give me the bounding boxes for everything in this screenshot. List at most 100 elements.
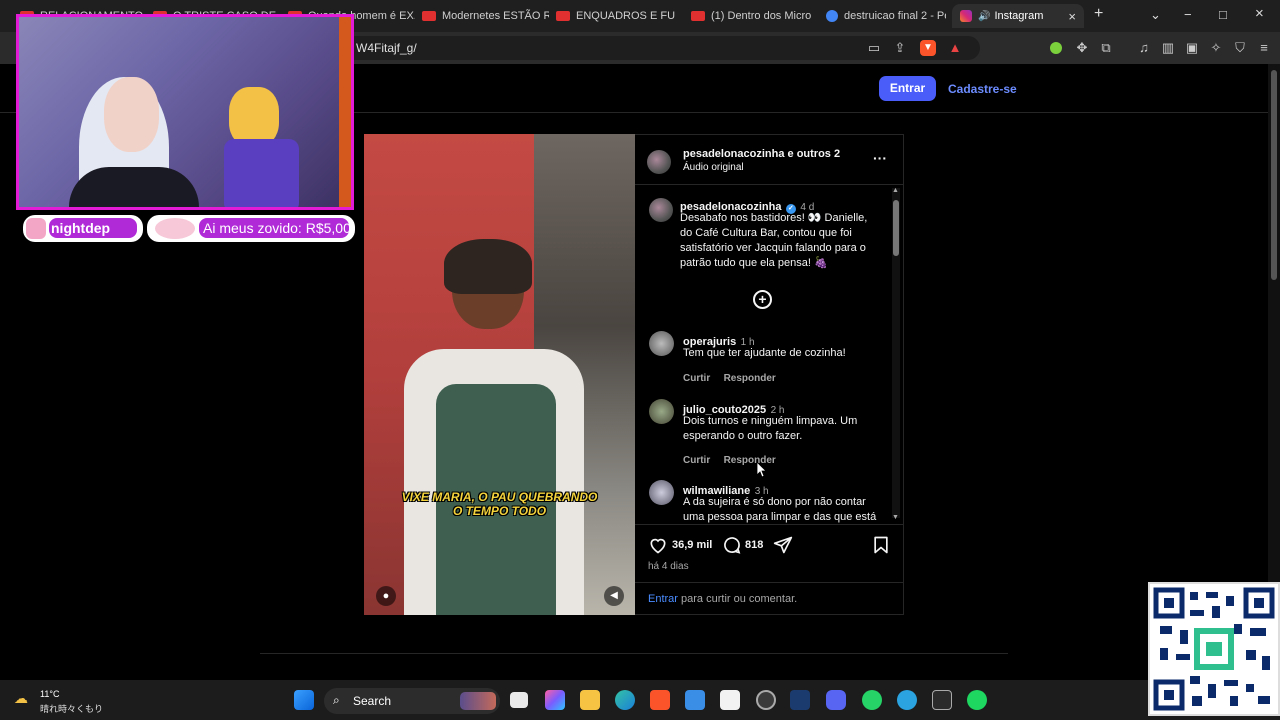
search-icon: ⌕ [333, 693, 340, 707]
commenter-avatar[interactable] [649, 331, 674, 356]
menu-icon[interactable]: ≡ [1256, 40, 1272, 56]
speaker-icon: 🔊 [978, 10, 991, 22]
share-icon[interactable] [773, 535, 793, 555]
commenter-avatar[interactable] [649, 399, 674, 424]
panel-divider [635, 524, 904, 525]
cast-icon[interactable]: ▭ [866, 40, 882, 56]
minimize-button[interactable]: − [1184, 7, 1192, 22]
user-tag-icon[interactable]: ● [376, 586, 396, 606]
comment-icon[interactable] [722, 535, 742, 555]
vpn-icon[interactable]: ⛉ [1232, 40, 1248, 56]
spotify-icon[interactable] [967, 690, 987, 710]
weather-temp[interactable]: 11°C [40, 689, 59, 699]
browser-tab[interactable]: Modernetes ESTÃO RE... [414, 4, 549, 28]
weather-icon[interactable]: ☁ [14, 690, 34, 706]
mascot-icon [155, 218, 195, 239]
brave-icon[interactable] [650, 690, 670, 710]
extension-status-icon[interactable] [1050, 42, 1062, 54]
post-author[interactable]: pesadelonacozinha e outros 2 [683, 148, 840, 160]
video-hair [444, 239, 532, 294]
puzzle-icon[interactable]: ✥ [1074, 40, 1090, 56]
bookmark-icon[interactable] [871, 535, 891, 555]
maximize-button[interactable]: □ [1219, 7, 1227, 22]
signup-link[interactable]: Cadastre-se [948, 82, 1017, 96]
windows-taskbar [0, 680, 1280, 720]
browser-tab[interactable]: (1) Dentro dos Micro A... [683, 4, 811, 28]
login-prompt-link[interactable]: Entrar [648, 593, 678, 605]
screenshot-icon[interactable]: ⧉ [1098, 40, 1114, 56]
footer-divider [260, 653, 1008, 654]
copilot-icon[interactable] [545, 690, 565, 710]
browser-tab[interactable]: destruicao final 2 - Pe... [818, 4, 946, 28]
task-view-icon[interactable] [510, 692, 528, 708]
wallet-icon[interactable]: ▣ [1184, 40, 1200, 56]
window-close-button[interactable]: × [1255, 5, 1264, 22]
comment-text: A da sujeira é só dono por não contar um… [683, 496, 877, 523]
app-icon[interactable] [720, 690, 740, 710]
post-video[interactable]: VIXE MARIA, O PAU QUEBRANDO O TEMPO TODO… [364, 134, 635, 615]
weather-desc[interactable]: 晴れ時々くもり [40, 702, 103, 715]
mouse-cursor-icon [757, 462, 767, 478]
leo-ai-icon[interactable]: ✧ [1208, 40, 1224, 56]
windows-start-icon[interactable] [294, 690, 314, 710]
chevron-down-icon[interactable]: ⌄ [1150, 7, 1161, 23]
caption-text: Desabafo nos bastidores! 👀 Danielle, do … [680, 212, 868, 269]
author-avatar[interactable] [647, 150, 671, 174]
login-prompt-text: para curtir ou comentar. [681, 593, 798, 605]
telegram-icon[interactable] [897, 690, 917, 710]
comments-scrollbar-thumb[interactable] [893, 200, 899, 256]
browser-tab[interactable]: ENQUADROS E FU... [548, 4, 676, 28]
file-explorer-icon[interactable] [580, 690, 600, 710]
load-more-comments-icon[interactable]: + [753, 290, 772, 309]
qr-code-icon [1153, 587, 1275, 711]
stream-chat-badge: nightdep [23, 215, 143, 242]
music-icon[interactable]: ♫ [1136, 40, 1152, 56]
webcam-shirt [69, 167, 199, 207]
login-prompt: Entrar para curtir ou comentar. [648, 593, 797, 605]
instagram-icon [960, 10, 972, 22]
steam-icon[interactable] [790, 690, 810, 710]
more-options-icon[interactable]: ··· [873, 150, 887, 166]
google-icon [826, 10, 838, 22]
stream-chat-message: Ai meus zovido: R$5,00 [147, 215, 355, 242]
comments-count[interactable]: 818 [745, 539, 763, 551]
brave-shield-icon[interactable]: ▼ [920, 40, 936, 56]
cupcake-icon [26, 218, 46, 239]
heart-icon[interactable] [648, 535, 668, 555]
brave-rewards-icon[interactable]: ▲ [947, 40, 963, 56]
webcam-overlay [16, 14, 354, 210]
scroll-down-icon[interactable]: ▼ [892, 514, 899, 521]
webcam-side-light [339, 17, 351, 207]
commenter-avatar[interactable] [649, 480, 674, 505]
store-icon[interactable] [685, 690, 705, 710]
youtube-icon [422, 11, 436, 21]
share-icon[interactable]: ⇪ [892, 40, 908, 56]
obs-icon[interactable] [756, 690, 776, 710]
sidebar-icon[interactable]: ▥ [1160, 40, 1176, 56]
webcam-plush [229, 87, 279, 147]
comment-reply-button[interactable]: Responder [724, 373, 776, 384]
url-text: W4Fitajf_g/ [356, 41, 417, 55]
close-tab-icon[interactable]: × [1068, 9, 1076, 24]
likes-count[interactable]: 36,9 mil [672, 539, 712, 551]
edge-icon[interactable] [615, 690, 635, 710]
comment-like-button[interactable]: Curtir [683, 373, 710, 384]
browser-tab-active[interactable]: 🔊 Instagram × [952, 4, 1084, 28]
search-label: Search [353, 694, 392, 708]
scroll-up-icon[interactable]: ▲ [892, 187, 899, 194]
caption-avatar[interactable] [649, 198, 673, 222]
new-tab-button[interactable]: + [1094, 5, 1103, 23]
epic-games-icon[interactable] [932, 690, 952, 710]
page-scrollbar-thumb[interactable] [1271, 70, 1277, 280]
comment-actions: Curtir Responder [683, 368, 776, 386]
discord-icon[interactable] [826, 690, 846, 710]
whatsapp-icon[interactable] [862, 690, 882, 710]
audio-label[interactable]: Áudio original [683, 162, 744, 173]
stream-chat-username: nightdep [49, 218, 137, 238]
audio-icon[interactable]: ◀ [604, 586, 624, 606]
comment-reply-button[interactable]: Responder [724, 455, 776, 466]
login-button[interactable]: Entrar [879, 76, 936, 101]
panel-divider [635, 582, 904, 583]
comment-like-button[interactable]: Curtir [683, 455, 710, 466]
taskbar-search[interactable]: ⌕ Search [324, 688, 500, 714]
